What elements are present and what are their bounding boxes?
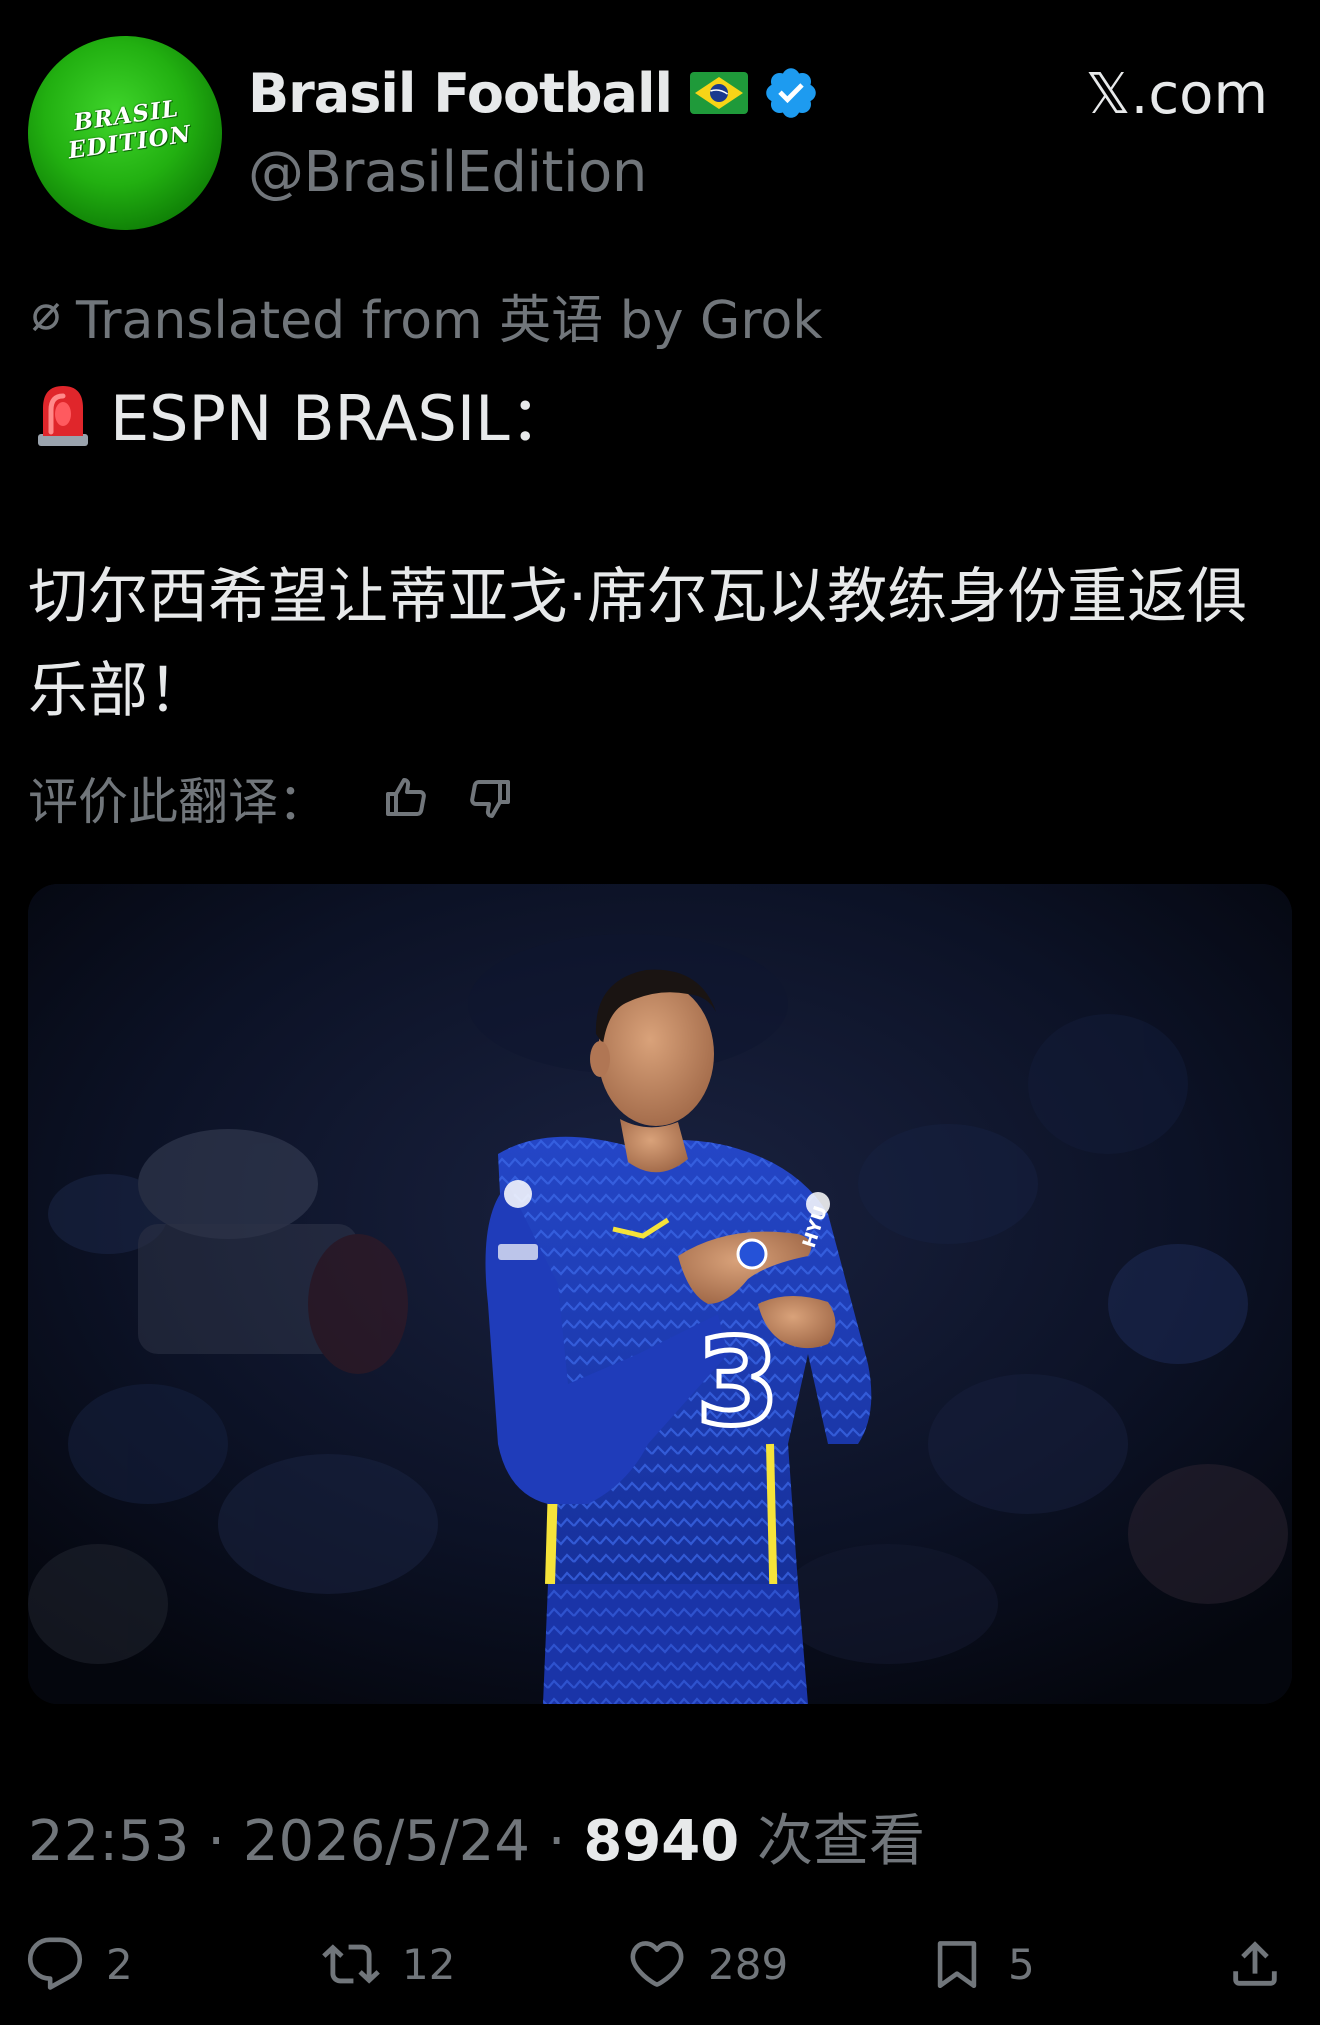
tweet-headline-text: ESPN BRASIL： (110, 382, 572, 455)
player-photo-illustration: 3 HYU (28, 884, 1292, 1704)
rate-translation-label: 评价此翻译： (28, 773, 328, 831)
repost-button[interactable]: 12 (322, 1934, 455, 1994)
translation-label[interactable]: Translated from 英语 by Grok (76, 278, 823, 353)
like-button[interactable]: 289 (628, 1934, 788, 1994)
display-name[interactable]: Brasil Football (248, 62, 673, 125)
heart-icon (630, 1941, 684, 1987)
bookmark-button[interactable]: 5 (928, 1934, 1035, 1994)
site-label: 𝕏.com (1085, 62, 1268, 127)
translation-notice: Translated from 英语 by Grok (28, 278, 823, 353)
account-handle[interactable]: @BrasilEdition (248, 140, 647, 205)
avatar[interactable]: BRASIL EDITION (28, 36, 222, 230)
tweet-body-text: 切尔西希望让蒂亚戈·席尔瓦以教练身份重返俱乐部！ (28, 562, 1248, 726)
share-button[interactable] (1226, 1934, 1284, 1994)
reply-icon (27, 1937, 83, 1990)
views-label: 次查看 (757, 1809, 926, 1874)
tweet-headline: ESPN BRASIL： (32, 368, 572, 458)
tweet-date[interactable]: 2026/5/24 (243, 1809, 530, 1874)
bookmark-icon (937, 1941, 977, 1989)
brazil-flag-icon (690, 72, 749, 114)
avatar-logo-text: BRASIL EDITION (55, 93, 201, 166)
like-count: 289 (708, 1939, 789, 1989)
reply-button[interactable]: 2 (26, 1934, 133, 1994)
reply-count: 2 (106, 1939, 133, 1989)
repost-icon (322, 1944, 380, 1984)
repost-count: 12 (402, 1939, 456, 1989)
tweet-photo[interactable]: 3 HYU (28, 884, 1292, 1704)
rate-translation: 评价此翻译： (28, 762, 514, 834)
tweet-screenshot: BRASIL EDITION Brasil Football @BrasilEd… (0, 0, 1320, 2025)
siren-icon (38, 386, 88, 446)
views-count: 8940 (583, 1809, 740, 1874)
tweet-time[interactable]: 22:53 (28, 1809, 189, 1874)
svg-text:3: 3 (696, 1314, 780, 1453)
share-icon (1233, 1941, 1277, 1986)
translate-slash-icon (32, 302, 60, 331)
bookmark-count: 5 (1008, 1939, 1035, 1989)
verified-badge-icon (766, 68, 816, 118)
thumbs-up-icon[interactable] (382, 774, 430, 822)
display-name-row: Brasil Football (248, 58, 820, 128)
tweet-meta: 22:53 · 2026/5/24 · 8940 次查看 (28, 1796, 925, 1877)
meta-separator: · (547, 1809, 584, 1874)
thumbs-down-icon[interactable] (466, 774, 514, 822)
meta-separator: · (207, 1809, 243, 1874)
